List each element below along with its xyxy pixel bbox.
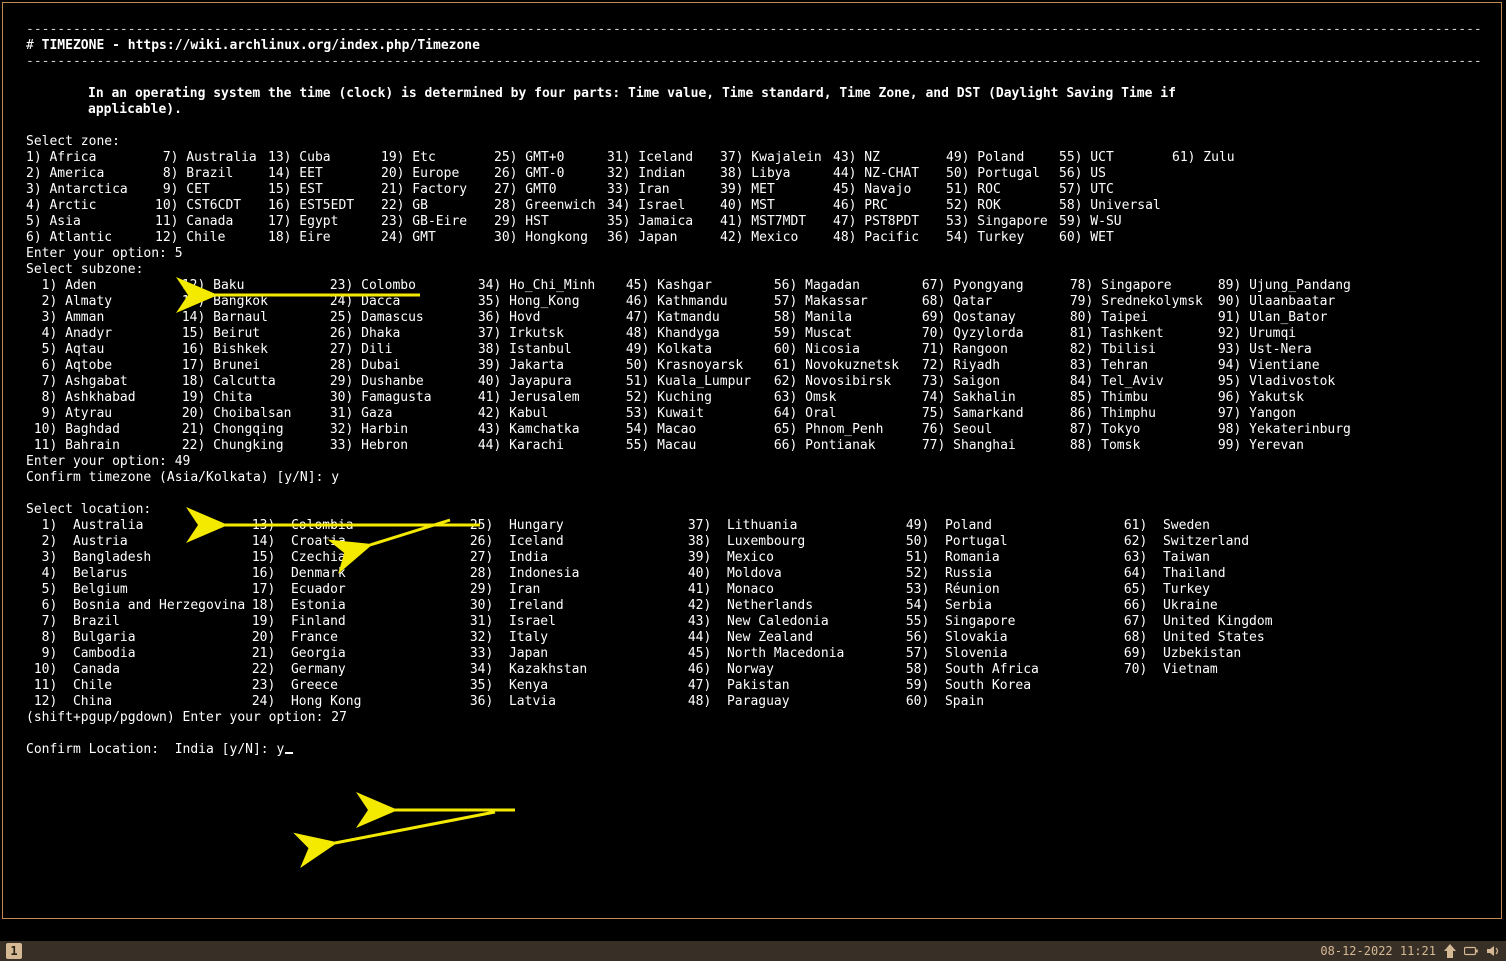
list-column: 55) UCT 56) US 57) UTC 58) Universal 59)…: [1059, 150, 1172, 246]
list-column: 37) Kwajalein 38) Libya 39) MET 40) MST …: [720, 150, 833, 246]
battery-icon: [1464, 945, 1478, 957]
intro-text: In an operating system the time (clock) …: [26, 86, 1482, 118]
list-column: 13) Cuba 14) EET 15) EST 16) EST5EDT 17)…: [268, 150, 381, 246]
list-column: 25) Hungary 26) Iceland 27) India 28) In…: [462, 518, 680, 710]
list-column: 67) Pyongyang 68) Qatar 69) Qostanay 70)…: [914, 278, 1062, 454]
location-list: 1) Australia 2) Austria 3) Bangladesh 4)…: [26, 518, 1482, 710]
list-column: 7) Australia 8) Brazil 9) CET 10) CST6CD…: [155, 150, 268, 246]
list-column: 34) Ho_Chi_Minh 35) Hong_Kong 36) Hovd 3…: [470, 278, 618, 454]
confirm-loc-prompt[interactable]: Confirm Location: India [y/N]: y: [26, 742, 1482, 758]
separator: ----------------------------------------…: [26, 54, 1482, 70]
list-column: 49) Poland 50) Portugal 51) ROC 52) ROK …: [946, 150, 1059, 246]
list-column: 61) Sweden 62) Switzerland 63) Taiwan 64…: [1116, 518, 1334, 710]
clock: 08-12-2022 11:21: [1320, 943, 1436, 959]
separator: ----------------------------------------…: [26, 22, 1482, 38]
list-column: 19) Etc 20) Europe 21) Factory 22) GB 23…: [381, 150, 494, 246]
location-prompt[interactable]: (shift+pgup/pgdown) Enter your option: 2…: [26, 710, 1482, 726]
list-column: 12) Baku 13) Bangkok 14) Barnaul 15) Bei…: [174, 278, 322, 454]
list-column: 13) Colombia 14) Croatia 15) Czechia 16)…: [244, 518, 462, 710]
page-title: # TIMEZONE - https://wiki.archlinux.org/…: [26, 38, 1482, 54]
terminal-viewport[interactable]: ----------------------------------------…: [26, 22, 1482, 921]
list-column: 37) Lithuania 38) Luxembourg 39) Mexico …: [680, 518, 898, 710]
list-column: 25) GMT+0 26) GMT-0 27) GMT0 28) Greenwi…: [494, 150, 607, 246]
zone-label: Select zone:: [26, 134, 1482, 150]
confirm-tz-prompt[interactable]: Confirm timezone (Asia/Kolkata) [y/N]: y: [26, 470, 1482, 486]
list-column: 1) Australia 2) Austria 3) Bangladesh 4)…: [26, 518, 244, 710]
list-column: 43) NZ 44) NZ-CHAT 45) Navajo 46) PRC 47…: [833, 150, 946, 246]
list-column: 61) Zulu: [1172, 150, 1243, 246]
list-column: 31) Iceland 32) Indian 33) Iran 34) Isra…: [607, 150, 720, 246]
list-column: 1) Aden 2) Almaty 3) Amman 4) Anadyr 5) …: [26, 278, 174, 454]
list-column: 56) Magadan 57) Makassar 58) Manila 59) …: [766, 278, 914, 454]
taskbar: 1 08-12-2022 11:21: [0, 941, 1506, 961]
location-label: Select location:: [26, 502, 1482, 518]
list-column: 89) Ujung_Pandang 90) Ulaanbaatar 91) Ul…: [1210, 278, 1358, 454]
list-column: 49) Poland 50) Portugal 51) Romania 52) …: [898, 518, 1116, 710]
power-icon: [1444, 944, 1456, 958]
subzone-label: Select subzone:: [26, 262, 1482, 278]
cursor: [285, 752, 293, 754]
zone-prompt[interactable]: Enter your option: 5: [26, 246, 1482, 262]
list-column: 78) Singapore 79) Srednekolymsk 80) Taip…: [1062, 278, 1210, 454]
workspace-indicator[interactable]: 1: [6, 943, 22, 959]
list-column: 1) Africa 2) America 3) Antarctica 4) Ar…: [26, 150, 155, 246]
volume-icon: [1486, 945, 1500, 957]
zone-list: 1) Africa 2) America 3) Antarctica 4) Ar…: [26, 150, 1482, 246]
list-column: 23) Colombo 24) Dacca 25) Damascus 26) D…: [322, 278, 470, 454]
list-column: 45) Kashgar 46) Kathmandu 47) Katmandu 4…: [618, 278, 766, 454]
subzone-prompt[interactable]: Enter your option: 49: [26, 454, 1482, 470]
subzone-list: 1) Aden 2) Almaty 3) Amman 4) Anadyr 5) …: [26, 278, 1482, 454]
